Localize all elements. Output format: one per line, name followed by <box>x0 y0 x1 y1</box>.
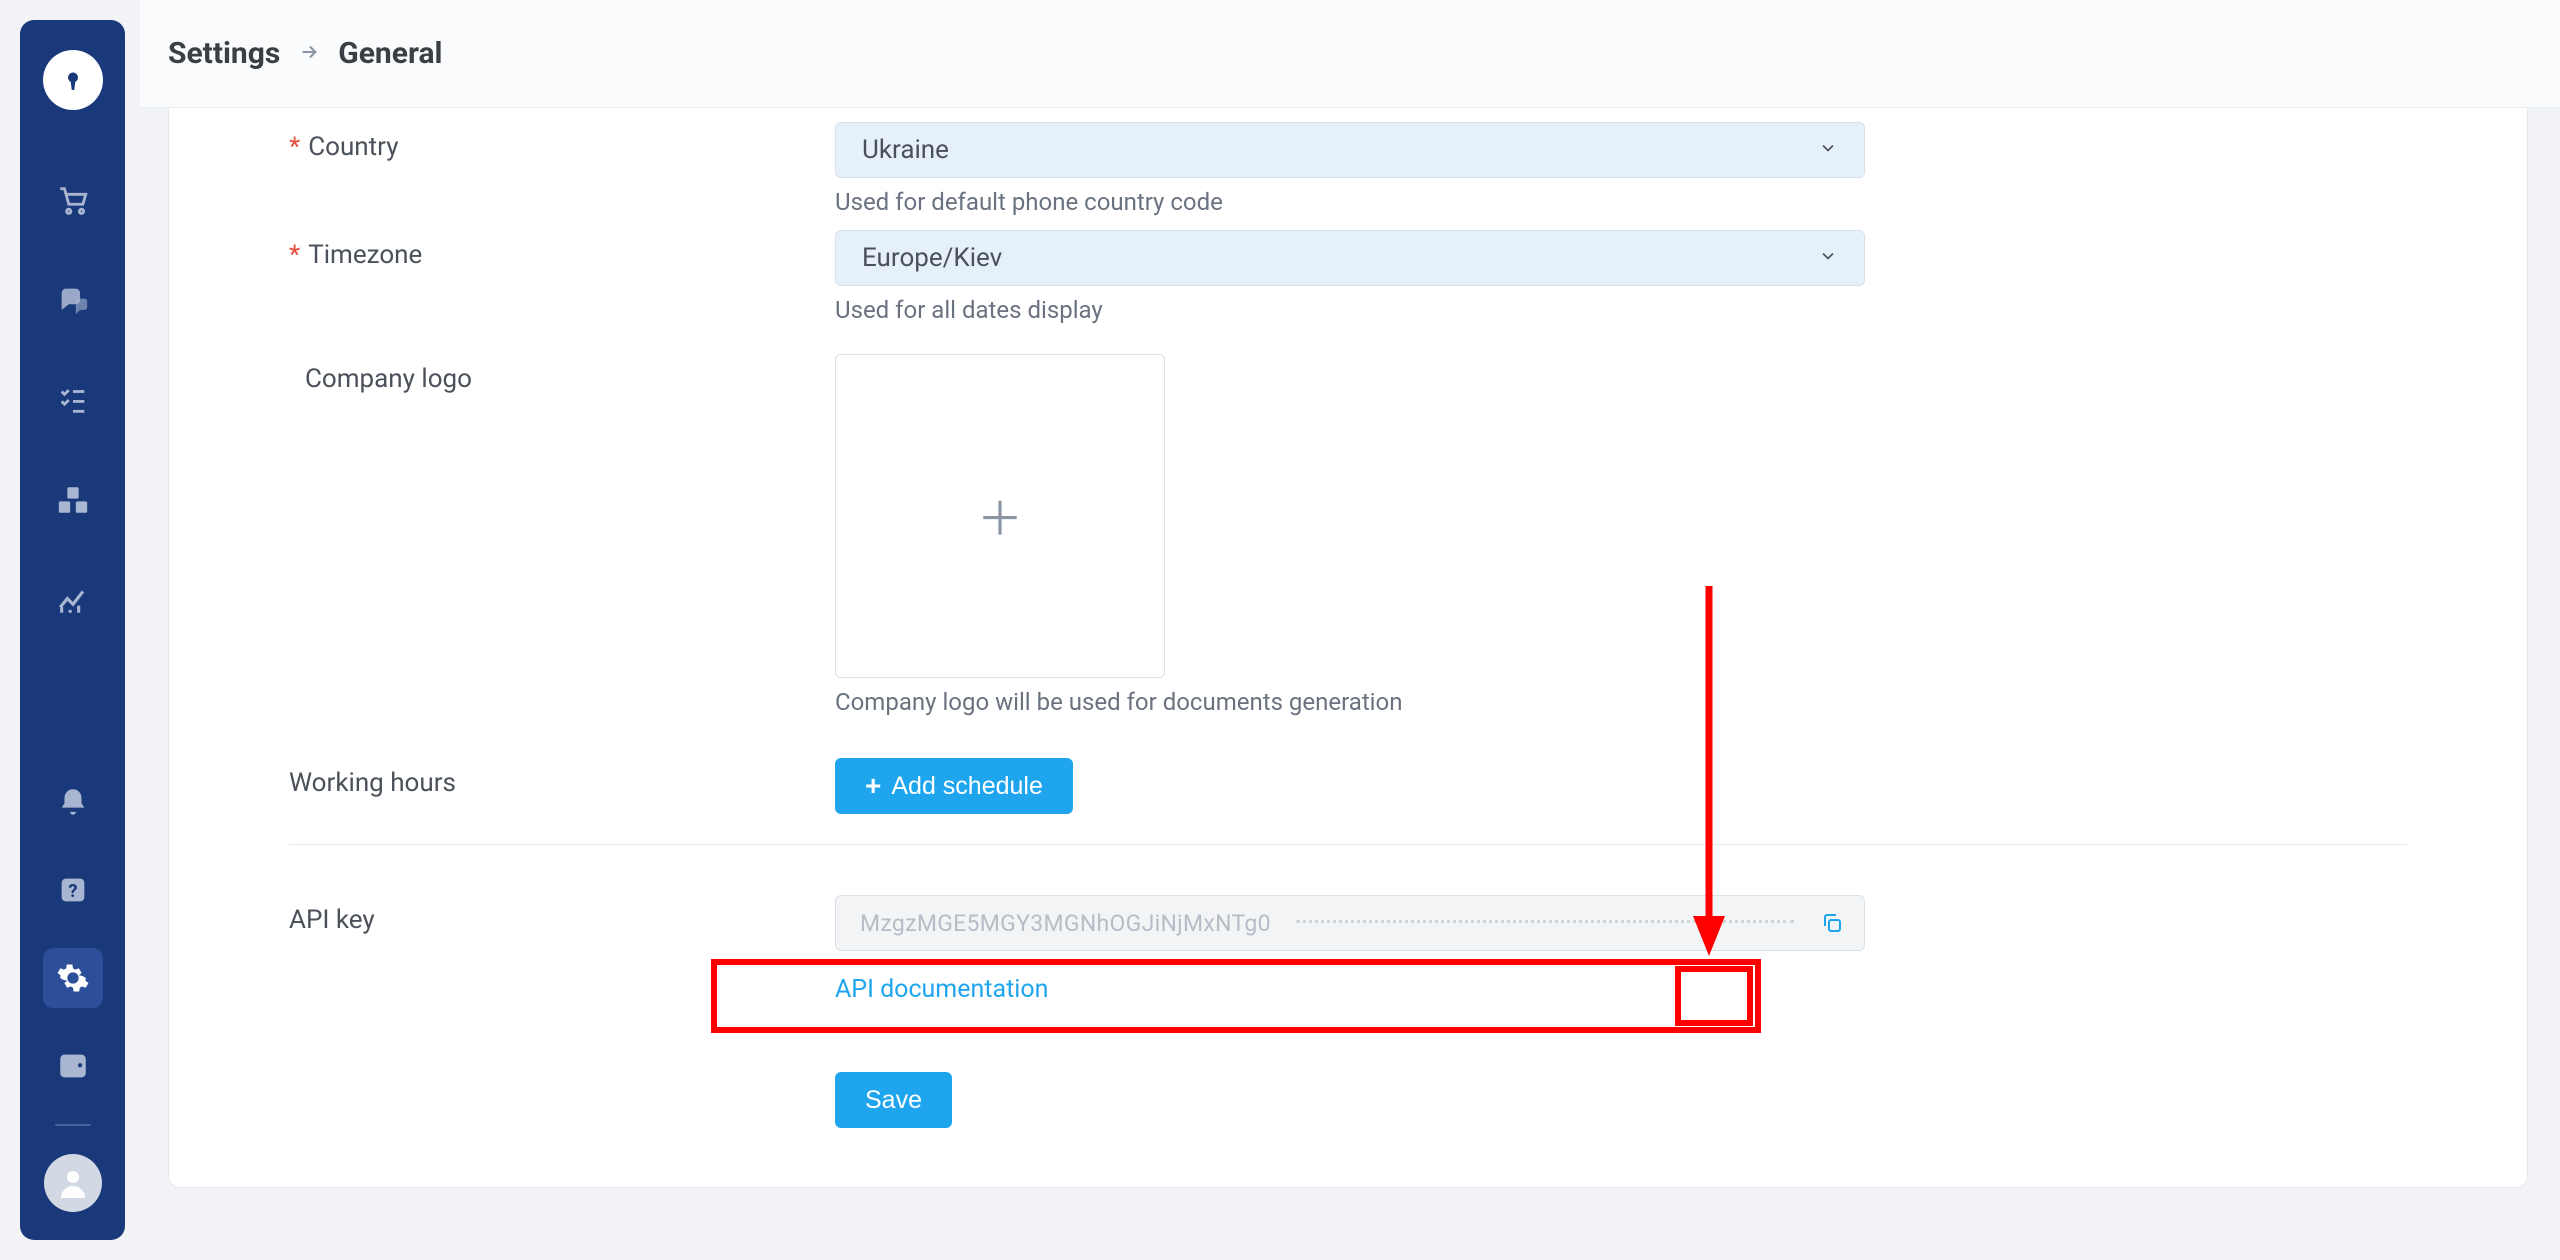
user-avatar[interactable] <box>44 1154 102 1212</box>
api-key-masked-portion <box>1296 908 1794 938</box>
breadcrumb-parent[interactable]: Settings <box>168 36 280 71</box>
chevron-down-icon <box>1818 243 1838 273</box>
cart-icon <box>56 183 90 217</box>
plus-icon: + <box>865 772 881 800</box>
plus-icon: ＋ <box>977 483 1023 549</box>
copy-api-key-button[interactable] <box>1817 908 1847 938</box>
row-api-key: API key MzgzMGE5MGY3MGNhOGJiNjMxNTg0 API… <box>289 895 2407 1004</box>
page-header: Settings General <box>140 0 2560 108</box>
api-key-field[interactable]: MzgzMGE5MGY3MGNhOGJiNjMxNTg0 <box>835 895 1865 951</box>
section-divider <box>289 844 2407 845</box>
help-company-logo: Company logo will be used for documents … <box>835 688 1865 716</box>
nav-inventory[interactable] <box>43 470 103 530</box>
row-save: Save <box>289 1004 2407 1128</box>
sidebar-divider <box>55 1124 91 1126</box>
label-api-key: API key <box>289 905 375 935</box>
upload-company-logo[interactable]: ＋ <box>835 354 1165 678</box>
nav-wallet[interactable] <box>43 1036 103 1096</box>
help-icon: ? <box>56 873 90 907</box>
select-country[interactable]: Ukraine <box>835 122 1865 178</box>
analytics-icon <box>56 583 90 617</box>
help-timezone: Used for all dates display <box>835 296 1865 324</box>
boxes-icon <box>56 483 90 517</box>
api-key-value: MzgzMGE5MGY3MGNhOGJiNjMxNTg0 <box>860 910 1271 937</box>
row-timezone: * Timezone Europe/Kiev Used for all date… <box>289 216 2407 324</box>
copy-icon <box>1820 911 1844 935</box>
breadcrumb-arrow-icon <box>298 41 320 67</box>
wallet-icon <box>56 1049 90 1083</box>
bell-icon <box>56 785 90 819</box>
chevron-down-icon <box>1818 135 1838 165</box>
nav-help[interactable]: ? <box>43 860 103 920</box>
row-country: * Country Ukraine Used for default phone… <box>289 108 2407 216</box>
nav-chats[interactable] <box>43 270 103 330</box>
keyhole-icon <box>58 65 88 95</box>
label-timezone: Timezone <box>308 240 422 270</box>
add-schedule-label: Add schedule <box>891 772 1043 801</box>
nav-notifications[interactable] <box>43 772 103 832</box>
save-button[interactable]: Save <box>835 1072 952 1128</box>
person-icon <box>55 1165 91 1201</box>
nav-settings[interactable] <box>43 948 103 1008</box>
nav-analytics[interactable] <box>43 570 103 630</box>
select-country-value: Ukraine <box>862 135 949 165</box>
help-country: Used for default phone country code <box>835 188 1865 216</box>
settings-general-card: * Country Ukraine Used for default phone… <box>168 108 2528 1188</box>
required-indicator: * <box>289 240 300 270</box>
svg-text:?: ? <box>68 881 77 902</box>
gear-icon <box>56 961 90 995</box>
nav-orders[interactable] <box>43 170 103 230</box>
required-indicator: * <box>289 132 300 162</box>
save-button-label: Save <box>865 1086 922 1115</box>
select-timezone-value: Europe/Kiev <box>862 243 1002 273</box>
breadcrumb-current: General <box>338 36 442 71</box>
api-documentation-link[interactable]: API documentation <box>835 975 1048 1004</box>
add-schedule-button[interactable]: + Add schedule <box>835 758 1073 814</box>
sidebar: ? <box>20 20 125 1240</box>
label-company-logo: Company logo <box>305 364 472 394</box>
chat-icon <box>56 283 90 317</box>
app-logo[interactable] <box>43 50 103 110</box>
row-working-hours: Working hours + Add schedule <box>289 716 2407 814</box>
nav-tasks[interactable] <box>43 370 103 430</box>
row-company-logo: Company logo ＋ Company logo will be used… <box>289 324 2407 716</box>
select-timezone[interactable]: Europe/Kiev <box>835 230 1865 286</box>
label-country: Country <box>308 132 398 162</box>
checklist-icon <box>56 383 90 417</box>
label-working-hours: Working hours <box>289 768 456 798</box>
